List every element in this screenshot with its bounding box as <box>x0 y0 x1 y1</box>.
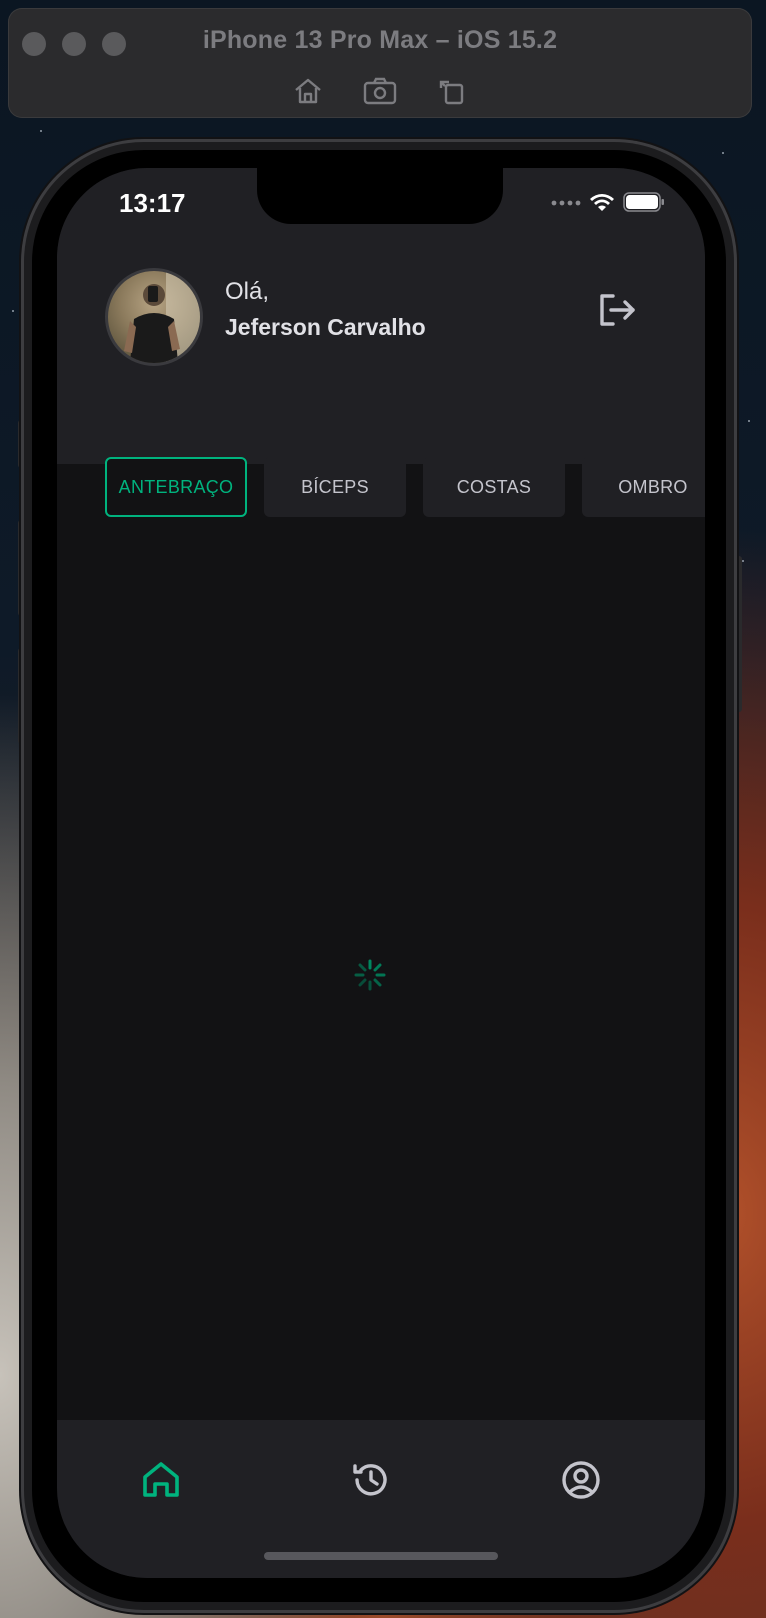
tab-profile[interactable] <box>559 1458 603 1502</box>
simulator-title-bar: iPhone 13 Pro Max – iOS 15.2 <box>8 8 752 118</box>
home-icon <box>143 1462 179 1497</box>
group-chip-antebraco[interactable]: ANTEBRAÇO <box>105 457 247 517</box>
background-star <box>722 152 724 154</box>
person-photo-icon <box>124 271 200 363</box>
background-star <box>742 560 744 562</box>
screenshot-icon <box>363 77 397 105</box>
user-name: Jeferson Carvalho <box>225 314 426 340</box>
wifi-icon <box>590 194 614 211</box>
camera-notch <box>257 168 503 224</box>
logout-button[interactable] <box>595 288 639 332</box>
tab-history[interactable] <box>349 1458 393 1502</box>
muscle-group-list: ANTEBRAÇO BÍCEPS COSTAS OMBRO <box>105 457 705 517</box>
rotate-icon <box>439 80 464 105</box>
simulator-title: iPhone 13 Pro Max – iOS 15.2 <box>202 26 558 54</box>
simulator-screenshot-button[interactable] <box>363 74 397 108</box>
simulator-rotate-button[interactable] <box>435 74 469 108</box>
loading-spinner <box>353 958 387 992</box>
background-star <box>40 130 42 132</box>
power-button <box>734 556 742 712</box>
battery-icon <box>623 192 664 212</box>
home-indicator[interactable] <box>264 1552 498 1560</box>
app-screen: 13:17 Olá, Jeferson Carvalho ANTEBRAÇO B… <box>57 168 705 1578</box>
status-time: 13:17 <box>119 188 186 218</box>
group-chip-costas[interactable]: COSTAS <box>423 457 565 517</box>
simulator-home-button[interactable] <box>291 74 325 108</box>
bottom-tab-bar <box>57 1420 705 1578</box>
profile-icon <box>562 1461 600 1499</box>
group-chip-ombro[interactable]: OMBRO <box>582 457 705 517</box>
greeting-text: Olá, <box>225 278 270 305</box>
tab-home[interactable] <box>139 1458 183 1502</box>
history-icon <box>353 1464 387 1496</box>
background-star <box>748 420 750 422</box>
background-star <box>12 310 14 312</box>
avatar[interactable] <box>105 268 203 366</box>
loading-spinner-icon <box>354 959 386 991</box>
home-icon <box>295 78 321 104</box>
logout-icon <box>600 294 635 326</box>
group-chip-biceps[interactable]: BÍCEPS <box>264 457 406 517</box>
signal-icon <box>551 200 581 206</box>
